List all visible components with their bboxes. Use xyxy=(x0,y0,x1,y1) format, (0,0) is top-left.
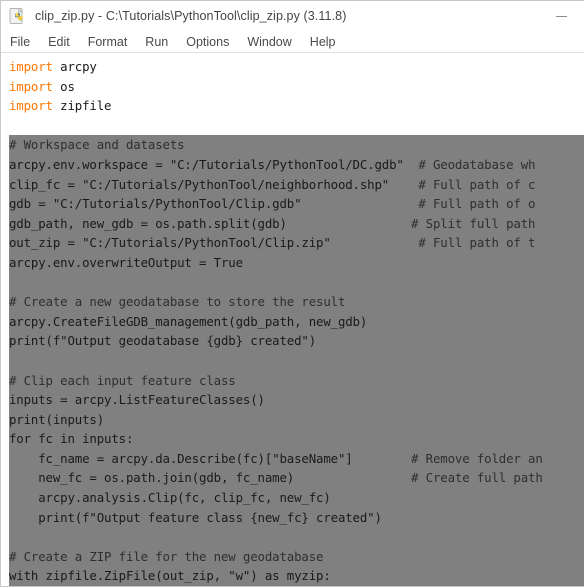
code-line: gdb = "C:/Tutorials/PythonTool/Clip.gdb"… xyxy=(9,194,584,214)
code-line: inputs = arcpy.ListFeatureClasses() xyxy=(9,390,584,410)
title-bar[interactable]: clip_zip.py - C:\Tutorials\PythonTool\cl… xyxy=(1,1,584,31)
menu-item-edit[interactable]: Edit xyxy=(48,31,79,53)
code-line: out_zip = "C:/Tutorials/PythonTool/Clip.… xyxy=(9,233,584,253)
code-token-pl: gdb_path, new_gdb = os.path.split(gdb) xyxy=(9,215,412,231)
code-line: print(f"Output geodatabase {gdb} created… xyxy=(9,331,584,351)
code-line: new_fc = os.path.join(gdb, fc_name) # Cr… xyxy=(9,468,584,489)
code-token-cm: # Workspace and datasets xyxy=(9,137,185,153)
code-token-cm: # Full path of c xyxy=(418,176,536,192)
code-token-cm: # Create full path xyxy=(411,470,543,486)
code-line: import arcpy xyxy=(9,57,584,77)
code-line: # Create a ZIP file for the new geodatab… xyxy=(9,546,584,567)
code-token-pl: for fc in inputs: xyxy=(9,431,134,447)
code-line: with zipfile.ZipFile(out_zip, "w") as my… xyxy=(9,566,584,586)
code-token-pl: print(inputs) xyxy=(9,411,105,427)
code-line: print(inputs) xyxy=(9,409,584,430)
code-line: print(f"Output feature class {new_fc} cr… xyxy=(9,507,584,528)
code-token-pl: os xyxy=(52,78,75,94)
menu-item-run[interactable]: Run xyxy=(145,31,177,53)
menu-item-format[interactable]: Format xyxy=(88,31,137,53)
code-token-cm: # Split full path xyxy=(411,215,536,231)
code-token-cm: # Full path of t xyxy=(418,235,536,251)
code-token-cm: # Clip each input feature class xyxy=(9,372,236,388)
minimize-icon xyxy=(555,15,567,17)
window-title: clip_zip.py - C:\Tutorials\PythonTool\cl… xyxy=(35,9,347,23)
code-token-pl: fc_name = arcpy.da.Describe(fc)["baseNam… xyxy=(9,450,412,466)
window-controls xyxy=(538,1,584,31)
code-token-pl: arcpy.CreateFileGDB_management(gdb_path,… xyxy=(9,313,368,329)
code-token-pl: new_fc = os.path.join(gdb, fc_name) xyxy=(9,470,412,486)
code-line: clip_fc = "C:/Tutorials/PythonTool/neigh… xyxy=(9,174,584,195)
source-code-text[interactable]: import arcpy import os import zipfile # Wo… xyxy=(9,57,584,586)
code-token-cm: # Create a ZIP file for the new geodatab… xyxy=(9,548,324,564)
code-token-pl: zipfile xyxy=(52,98,112,114)
code-token-pl: with zipfile.ZipFile(out_zip, "w") as my… xyxy=(9,568,331,584)
menu-item-window[interactable]: Window xyxy=(247,31,300,53)
menu-item-options[interactable]: Options xyxy=(186,31,238,53)
code-token-cm: # Remove folder an xyxy=(411,450,543,466)
code-token-kw: import xyxy=(9,59,53,74)
code-line: arcpy.env.workspace = "C:/Tutorials/Pyth… xyxy=(9,154,584,175)
code-token-cm: # Create a new geodatabase to store the … xyxy=(9,294,346,310)
code-token-pl: clip_fc = "C:/Tutorials/PythonTool/neigh… xyxy=(9,176,419,192)
code-line: gdb_path, new_gdb = os.path.split(gdb) #… xyxy=(9,213,584,234)
code-line: # Workspace and datasets xyxy=(9,135,584,155)
code-line: # Clip each input feature class xyxy=(9,370,584,391)
code-token-pl: out_zip = "C:/Tutorials/PythonTool/Clip.… xyxy=(9,235,419,251)
python-file-icon xyxy=(9,7,26,25)
code-token-cm: # Geodatabase wh xyxy=(418,156,536,172)
code-line: import zipfile xyxy=(9,96,584,116)
idle-editor-window: clip_zip.py - C:\Tutorials\PythonTool\cl… xyxy=(0,0,584,587)
code-token-pl: print(f"Output geodatabase {gdb} created… xyxy=(9,333,317,349)
code-token-cm: # Full path of o xyxy=(418,196,536,212)
menu-bar: File Edit Format Run Options Window Help xyxy=(1,31,584,53)
code-token-pl: arcpy.analysis.Clip(fc, clip_fc, new_fc) xyxy=(9,490,331,506)
code-line: arcpy.analysis.Clip(fc, clip_fc, new_fc) xyxy=(9,488,584,508)
minimize-button[interactable] xyxy=(538,1,584,31)
code-editor-area[interactable]: import arcpy import os import zipfile # Wo… xyxy=(1,53,584,586)
code-token-pl: arcpy.env.overwriteOutput = True xyxy=(9,254,243,270)
menu-item-file[interactable]: File xyxy=(10,31,39,53)
code-line xyxy=(9,272,584,293)
code-token-pl: inputs = arcpy.ListFeatureClasses() xyxy=(9,392,265,408)
code-line: arcpy.CreateFileGDB_management(gdb_path,… xyxy=(9,311,584,332)
code-token-pl: arcpy xyxy=(52,59,97,74)
code-token-kw: import xyxy=(9,98,53,114)
code-line: for fc in inputs: xyxy=(9,429,584,449)
code-line: arcpy.env.overwriteOutput = True xyxy=(9,252,584,273)
code-line: fc_name = arcpy.da.Describe(fc)["baseNam… xyxy=(9,448,584,469)
code-line xyxy=(9,350,584,371)
menu-item-help[interactable]: Help xyxy=(310,31,345,53)
code-line xyxy=(9,527,584,547)
code-token-pl: gdb = "C:/Tutorials/PythonTool/Clip.gdb" xyxy=(9,196,419,212)
code-line: import os xyxy=(9,77,584,97)
code-line: # Create a new geodatabase to store the … xyxy=(9,292,584,312)
code-token-pl: print(f"Output feature class {new_fc} cr… xyxy=(9,509,382,525)
code-token-kw: import xyxy=(9,78,53,94)
code-token-pl: arcpy.env.workspace = "C:/Tutorials/Pyth… xyxy=(9,156,419,172)
